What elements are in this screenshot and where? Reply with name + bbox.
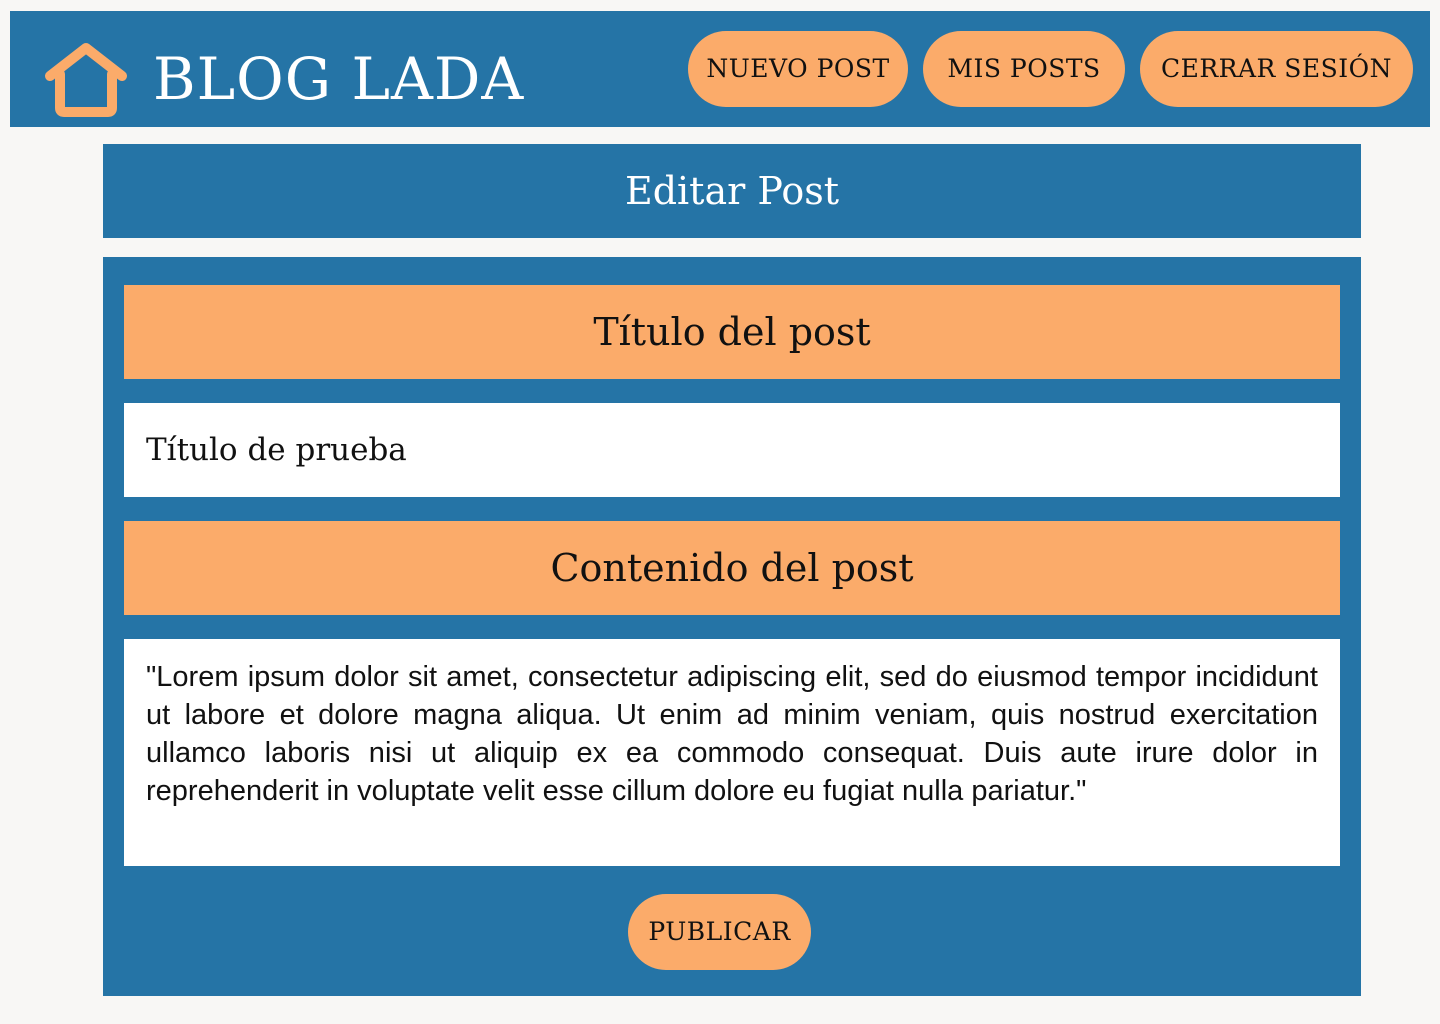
edit-post-form: Título del post Contenido del post "Lore… [103,257,1361,996]
logout-button[interactable]: CERRAR SESIÓN [1140,31,1413,107]
my-posts-button[interactable]: MIS POSTS [923,31,1125,107]
post-content-label: Contenido del post [124,521,1340,615]
post-content-textarea[interactable]: "Lorem ipsum dolor sit amet, consectetur… [124,639,1340,866]
top-header: BLOG LADA NUEVO POST MIS POSTS CERRAR SE… [10,11,1430,127]
new-post-button[interactable]: NUEVO POST [688,31,908,107]
home-icon[interactable] [44,42,128,118]
page-title: Editar Post [103,144,1361,238]
post-title-label: Título del post [124,285,1340,379]
post-title-input[interactable] [124,403,1340,497]
publish-button[interactable]: PUBLICAR [628,894,811,970]
brand-title[interactable]: BLOG LADA [153,39,524,119]
